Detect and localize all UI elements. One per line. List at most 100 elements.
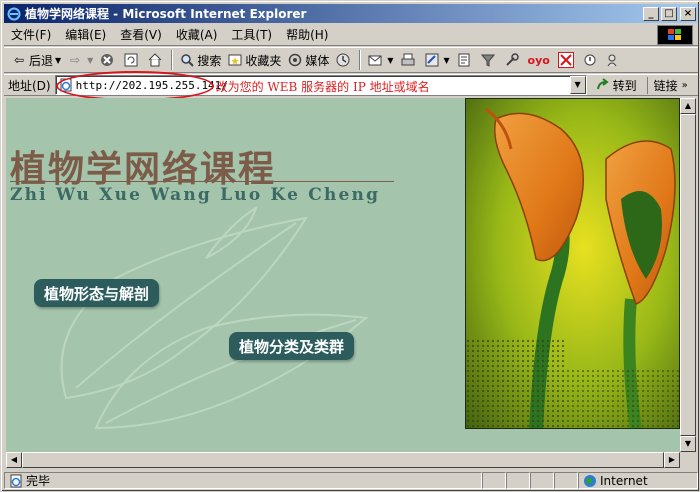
history-button[interactable] [332, 49, 356, 71]
mail-icon [367, 52, 383, 68]
scroll-left-button[interactable]: ◀ [6, 452, 22, 468]
filter-icon [480, 52, 496, 68]
translate-icon [557, 52, 574, 68]
media-label: 媒体 [305, 53, 330, 68]
close-button[interactable]: × [680, 6, 696, 21]
chevron-down-icon: ▼ [387, 55, 394, 65]
nav-morphology-button[interactable]: 植物形态与解剖 [34, 279, 160, 307]
vertical-scroll-thumb[interactable] [680, 114, 696, 436]
status-text: 完毕 [26, 474, 51, 488]
contacts-icon [606, 52, 622, 68]
page-done-icon [8, 473, 24, 489]
contacts-button[interactable] [603, 49, 627, 71]
chevron-down-icon: ▼ [443, 55, 450, 65]
scroll-down-button[interactable]: ▼ [680, 436, 696, 452]
browser-window: 植物学网络课程 - Microsoft Internet Explorer _ … [0, 0, 700, 492]
status-pane-1 [482, 472, 506, 489]
menu-favorites[interactable]: 收藏(A) [169, 24, 225, 45]
vertical-scrollbar[interactable]: ▲ ▼ [680, 98, 696, 452]
back-button[interactable]: ⇦ 后退 ▼ [8, 49, 64, 71]
minimize-button[interactable]: _ [643, 6, 659, 21]
ie-icon [6, 6, 22, 22]
research-icon [582, 52, 598, 68]
chevron-double-right-icon: » [681, 79, 688, 91]
links-label: 链接 [653, 78, 678, 93]
forward-button[interactable]: ⇨ ▼ [64, 49, 96, 71]
title-divider [10, 181, 394, 182]
toolbar-separator [359, 50, 362, 70]
windows-logo-icon [657, 25, 693, 45]
edit-icon [424, 52, 440, 68]
stop-icon [99, 52, 115, 68]
search-button[interactable]: 搜索 [176, 49, 224, 71]
translate-button[interactable] [555, 49, 579, 71]
nav-taxonomy-button[interactable]: 植物分类及类群 [229, 332, 355, 360]
messenger-icon: oyo [527, 53, 550, 67]
discuss-icon [456, 52, 472, 68]
maximize-button[interactable]: □ [661, 6, 677, 21]
security-zone-pane: Internet [578, 472, 698, 489]
refresh-button[interactable] [120, 49, 144, 71]
menu-help[interactable]: 帮助(H) [279, 24, 335, 45]
tool-icon [504, 52, 520, 68]
security-zone-label: Internet [600, 473, 648, 488]
go-arrow-icon [595, 77, 611, 93]
annotation-ellipse [56, 71, 214, 101]
favorites-icon [227, 52, 243, 68]
menu-bar: 文件(F) 编辑(E) 查看(V) 收藏(A) 工具(T) 帮助(H) [4, 24, 698, 46]
back-arrow-icon: ⇦ [13, 53, 25, 67]
status-pane-3 [530, 472, 554, 489]
status-text-pane: 完毕 [4, 472, 482, 489]
status-pane-4 [554, 472, 578, 489]
filter-button[interactable] [477, 49, 501, 71]
status-pane-2 [506, 472, 530, 489]
address-annotation: 改为您的 WEB 服务器的 IP 地址或域名 [215, 80, 430, 94]
horizontal-scrollbar[interactable]: ◀ ▶ [6, 452, 680, 468]
favorites-button[interactable]: 收藏夹 [224, 49, 284, 71]
calla-lily-photo [465, 98, 680, 429]
home-button[interactable] [144, 49, 168, 71]
go-label: 转到 [612, 78, 637, 93]
stop-button[interactable] [96, 49, 120, 71]
menu-view[interactable]: 查看(V) [113, 24, 169, 45]
window-title: 植物学网络课程 - Microsoft Internet Explorer [25, 7, 307, 21]
print-button[interactable] [397, 49, 421, 71]
chevron-down-icon: ▼ [55, 55, 62, 65]
menu-file[interactable]: 文件(F) [4, 24, 58, 45]
back-label: 后退 [29, 53, 54, 68]
refresh-icon [123, 52, 139, 68]
address-dropdown-button[interactable]: ▼ [569, 76, 586, 94]
tool-button[interactable] [501, 49, 525, 71]
chevron-down-icon: ▼ [87, 55, 94, 65]
media-icon [287, 52, 303, 68]
search-label: 搜索 [197, 53, 222, 68]
search-icon [179, 52, 195, 68]
links-button[interactable]: 链接 » [646, 76, 688, 94]
scroll-up-button[interactable]: ▲ [680, 98, 696, 114]
menu-edit[interactable]: 编辑(E) [58, 24, 113, 45]
title-bar[interactable]: 植物学网络课程 - Microsoft Internet Explorer _ … [4, 4, 698, 23]
history-icon [335, 52, 351, 68]
toolbar-separator [171, 50, 174, 70]
standard-toolbar: ⇦ 后退 ▼ ⇨ ▼ 搜索 收藏夹 媒体 ▼ ▼ oyo [4, 47, 698, 73]
page-title-pinyin: Zhi Wu Xue Wang Luo Ke Cheng [10, 185, 381, 205]
print-icon [400, 52, 416, 68]
horizontal-scroll-thumb[interactable] [22, 452, 664, 468]
status-bar: 完毕 Internet [4, 471, 698, 490]
media-button[interactable]: 媒体 [284, 49, 332, 71]
home-icon [147, 52, 163, 68]
favorites-label: 收藏夹 [245, 53, 282, 68]
mail-button[interactable]: ▼ [364, 49, 396, 71]
address-label: 地址(D) [8, 78, 51, 93]
forward-arrow-icon: ⇨ [70, 53, 81, 67]
internet-globe-icon [582, 473, 598, 489]
messenger-button[interactable]: oyo [525, 49, 555, 71]
discuss-button[interactable] [453, 49, 477, 71]
scroll-right-button[interactable]: ▶ [664, 452, 680, 468]
page-content: 植物学网络课程 Zhi Wu Xue Wang Luo Ke Cheng 植物形… [6, 98, 680, 452]
go-button[interactable]: 转到 [595, 77, 637, 94]
menu-tools[interactable]: 工具(T) [224, 24, 279, 45]
edit-button[interactable]: ▼ [421, 49, 453, 71]
scrollbar-corner [680, 452, 696, 468]
research-button[interactable] [579, 49, 603, 71]
